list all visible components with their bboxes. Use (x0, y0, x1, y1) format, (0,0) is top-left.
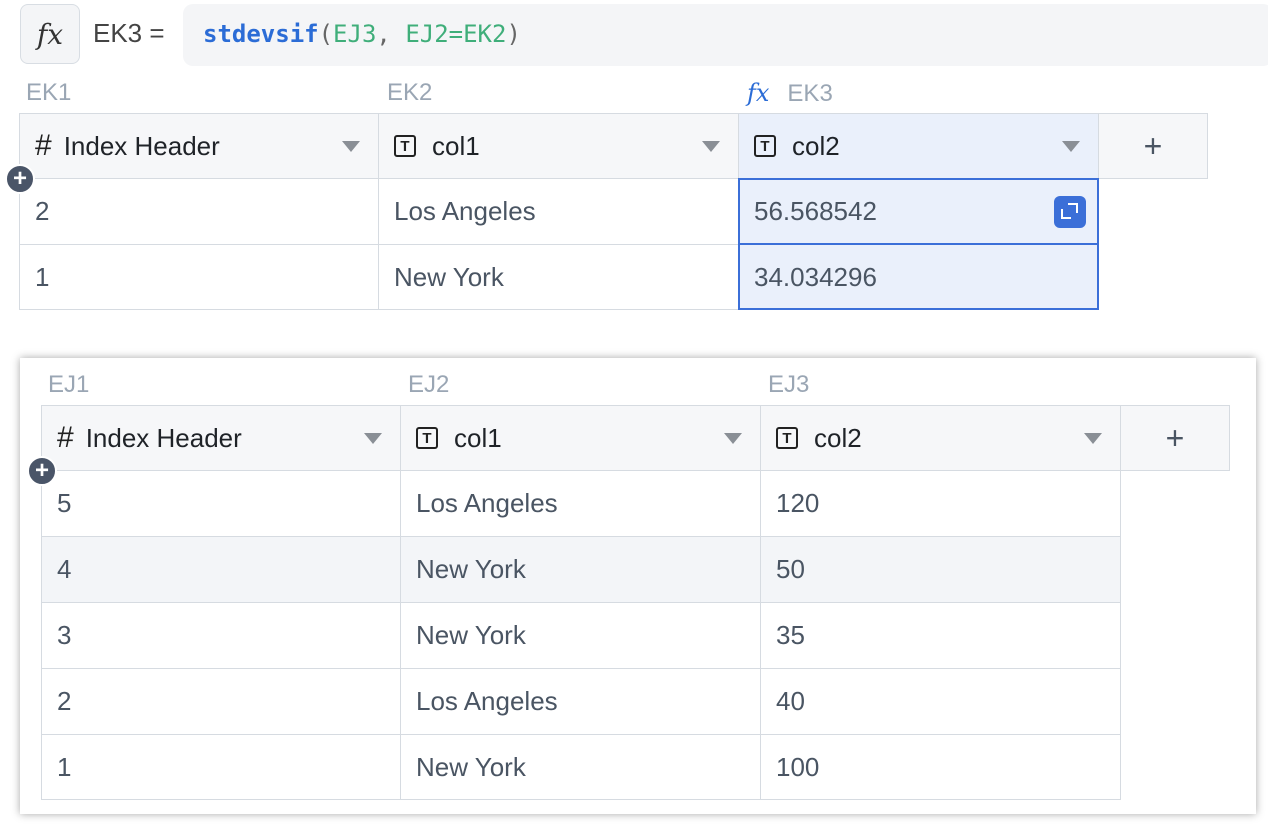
formula-function: stdevsif (203, 20, 319, 48)
row-index-cell[interactable]: 1 (19, 244, 379, 310)
row-index-cell[interactable]: 4 (41, 536, 401, 603)
header-label: Index Header (63, 130, 220, 161)
table-cell[interactable]: New York (400, 536, 761, 603)
table-cell[interactable]: 34.034296 (738, 244, 1099, 310)
header-index[interactable]: # Index Header (41, 405, 401, 471)
table-cell[interactable]: New York (400, 602, 761, 669)
formula-input[interactable]: stdevsif(EJ3, EJ2=EK2) (183, 4, 1268, 66)
add-column-button[interactable]: + (1098, 113, 1208, 179)
table-cell[interactable]: 40 (760, 668, 1121, 735)
formula-comma: , (376, 20, 406, 48)
header-col2[interactable]: T col2 (738, 113, 1099, 179)
dropdown-caret-icon[interactable] (1084, 433, 1102, 444)
number-type-icon: # (57, 421, 74, 454)
formula-fx-button[interactable]: fx (20, 4, 80, 64)
add-column-button[interactable]: + (1120, 405, 1230, 471)
fx-icon: fx (36, 17, 64, 51)
column-letter-ek3-text: EK3 (787, 80, 833, 107)
header-label: col2 (792, 130, 840, 161)
header-col1[interactable]: T col1 (400, 405, 761, 471)
dropdown-caret-icon[interactable] (702, 141, 720, 152)
text-type-icon: T (754, 135, 776, 157)
formula-close-paren: ) (506, 20, 521, 48)
header-label: Index Header (85, 422, 242, 453)
header-label: col2 (814, 422, 862, 453)
formula-text: stdevsif(EJ3, EJ2=EK2) (203, 20, 521, 48)
table-cell[interactable]: 50 (760, 536, 1121, 603)
header-col1[interactable]: T col1 (378, 113, 739, 179)
dropdown-caret-icon[interactable] (342, 141, 360, 152)
text-type-icon: T (416, 427, 438, 449)
dropdown-caret-icon[interactable] (1062, 141, 1080, 152)
table-cell[interactable]: 100 (760, 734, 1121, 800)
table-cell[interactable]: Los Angeles (378, 178, 739, 245)
row-index-cell[interactable]: 3 (41, 602, 401, 669)
formula-open-paren: ( (318, 20, 334, 48)
number-type-icon: # (35, 129, 52, 162)
dropdown-caret-icon[interactable] (724, 433, 742, 444)
column-letter-ek1: EK1 (26, 79, 72, 106)
formula-column-icon: fx (747, 79, 770, 107)
column-letter-ej2: EJ2 (408, 371, 450, 398)
table-cell[interactable]: New York (378, 244, 739, 310)
row-index-cell[interactable]: 2 (19, 178, 379, 245)
row-index-cell[interactable]: 5 (41, 470, 401, 537)
column-letter-ej1: EJ1 (48, 371, 90, 398)
header-col2[interactable]: T col2 (760, 405, 1121, 471)
text-type-icon: T (776, 427, 798, 449)
table-cell[interactable]: 120 (760, 470, 1121, 537)
header-label: col1 (432, 130, 480, 161)
column-letter-ej3: EJ3 (768, 371, 810, 398)
add-row-button[interactable]: + (27, 456, 57, 486)
row-index-cell[interactable]: 1 (41, 734, 401, 800)
table-cell-selected[interactable]: 56.568542 (738, 178, 1099, 245)
expand-cell-icon[interactable] (1054, 196, 1086, 228)
header-label: col1 (454, 422, 502, 453)
row-index-cell[interactable]: 2 (41, 668, 401, 735)
formula-arg-criteria: EJ2=EK2 (405, 20, 507, 48)
formula-cell-reference: EK3 = (93, 18, 165, 48)
header-index[interactable]: # Index Header (19, 113, 379, 179)
column-letter-ek3: fx EK3 (747, 79, 833, 108)
table-cell[interactable]: 35 (760, 602, 1121, 669)
formula-arg-range: EJ3 (333, 20, 377, 48)
table-cell[interactable]: New York (400, 734, 761, 800)
table-cell[interactable]: Los Angeles (400, 470, 761, 537)
add-row-button[interactable]: + (5, 164, 35, 194)
dropdown-caret-icon[interactable] (364, 433, 382, 444)
table-cell[interactable]: Los Angeles (400, 668, 761, 735)
column-letter-ek2: EK2 (387, 79, 433, 106)
text-type-icon: T (394, 135, 416, 157)
